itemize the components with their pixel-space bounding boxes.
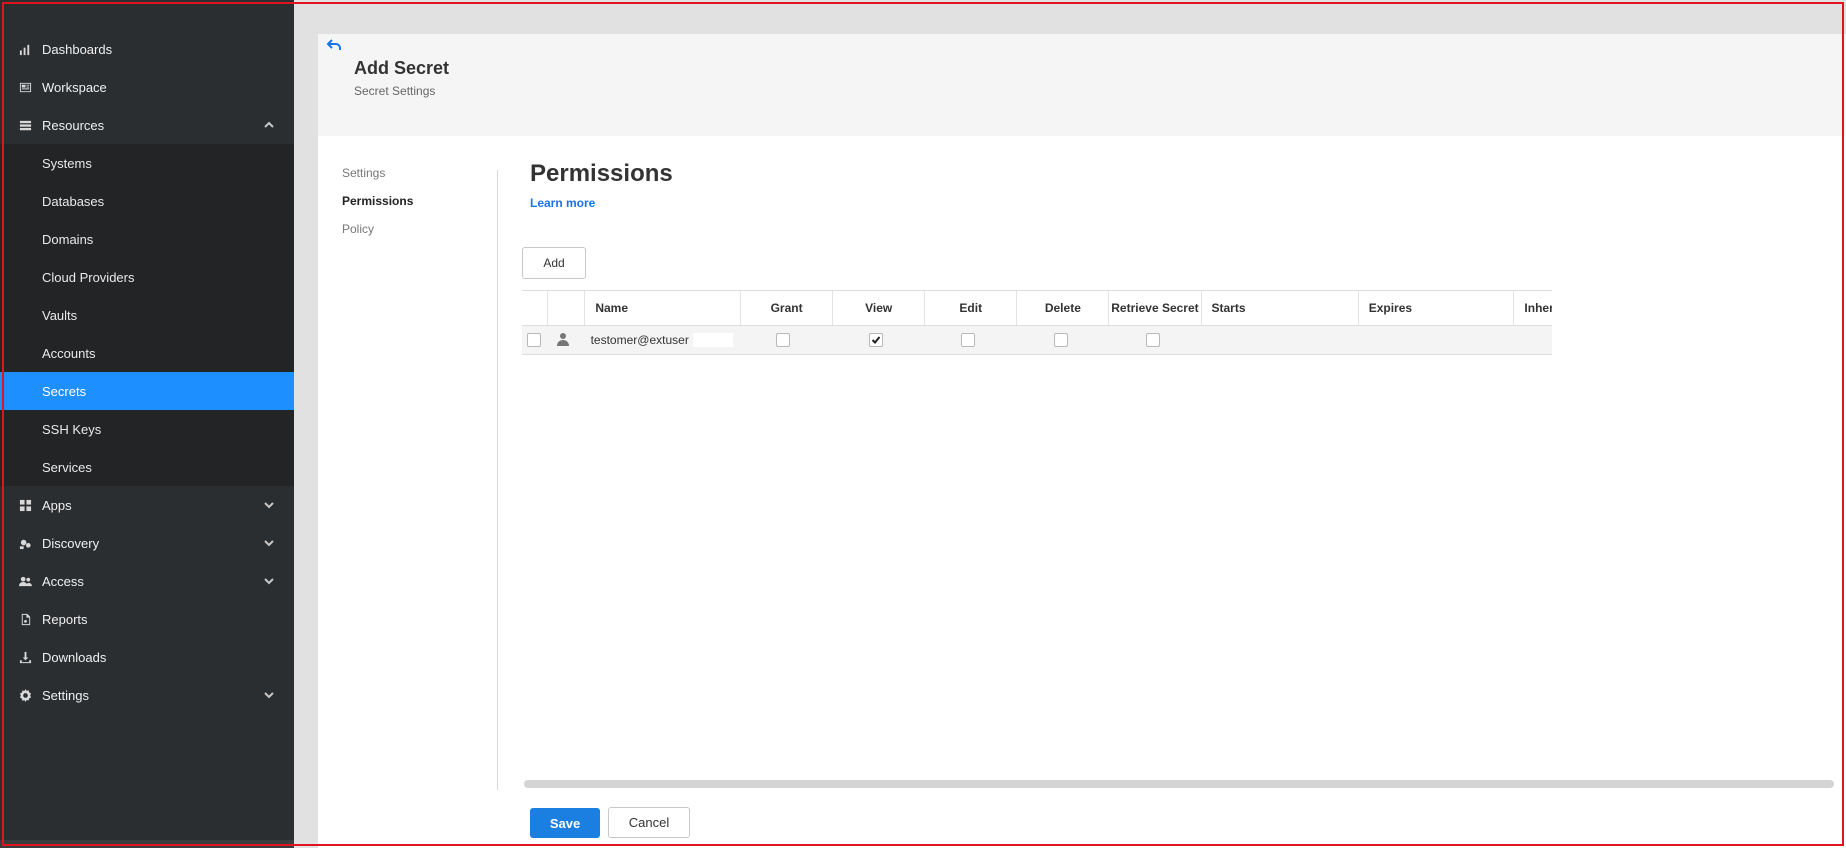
panel-header: Add Secret Secret Settings bbox=[318, 34, 1846, 136]
sidebar-item-apps[interactable]: Apps bbox=[0, 486, 294, 524]
col-avatar bbox=[548, 291, 586, 325]
sidebar-item-label: Discovery bbox=[42, 535, 100, 551]
sidebar-item-ssh-keys[interactable]: SSH Keys bbox=[0, 410, 294, 448]
col-edit[interactable]: Edit bbox=[925, 291, 1018, 325]
col-expires[interactable]: Expires bbox=[1359, 291, 1515, 325]
col-starts[interactable]: Starts bbox=[1202, 291, 1359, 325]
redacted-text bbox=[692, 333, 733, 347]
chevron-down-icon bbox=[262, 536, 276, 550]
sidebar-item-discovery[interactable]: Discovery bbox=[0, 524, 294, 562]
sidebar-item-secrets[interactable]: Secrets bbox=[0, 372, 294, 410]
sidebar-item-cloud-providers[interactable]: Cloud Providers bbox=[0, 258, 294, 296]
save-button[interactable]: Save bbox=[530, 808, 600, 838]
retrieve-secret-cell bbox=[1107, 326, 1200, 354]
edit-checkbox[interactable] bbox=[961, 333, 976, 347]
inherit-cell bbox=[1514, 326, 1552, 354]
page-title: Add Secret bbox=[354, 58, 450, 78]
sidebar-item-services[interactable]: Services bbox=[0, 448, 294, 486]
chevron-down-icon bbox=[262, 498, 276, 512]
row-select-cell bbox=[522, 326, 545, 354]
col-delete[interactable]: Delete bbox=[1017, 291, 1110, 325]
bar-chart-icon bbox=[18, 42, 32, 56]
grant-checkbox[interactable] bbox=[776, 333, 791, 347]
sidebar-item-databases[interactable]: Databases bbox=[0, 182, 294, 220]
users-icon bbox=[18, 574, 32, 588]
settings-subnav: Settings Permissions Policy bbox=[342, 166, 502, 250]
view-cell bbox=[830, 326, 923, 354]
row-select-checkbox[interactable] bbox=[526, 333, 541, 347]
col-name[interactable]: Name bbox=[585, 291, 742, 325]
horizontal-scrollbar[interactable] bbox=[524, 780, 1834, 788]
workspace-icon bbox=[18, 80, 32, 94]
sidebar-item-label: Resources bbox=[42, 117, 105, 133]
table-row[interactable]: testomer@extuser bbox=[522, 326, 1552, 355]
col-grant[interactable]: Grant bbox=[741, 291, 834, 325]
sidebar-item-workspace[interactable]: Workspace bbox=[0, 68, 294, 106]
sidebar-item-resources[interactable]: Resources bbox=[0, 106, 294, 144]
sidebar-item-label: Dashboards bbox=[42, 41, 113, 57]
subnav-settings[interactable]: Settings bbox=[342, 166, 502, 194]
col-view[interactable]: View bbox=[833, 291, 926, 325]
sidebar-item-downloads[interactable]: Downloads bbox=[0, 638, 294, 676]
sidebar-item-label: Reports bbox=[42, 611, 88, 627]
main-area: Add Secret Secret Settings Settings Perm… bbox=[294, 0, 1846, 848]
row-name-cell: testomer@extuser bbox=[581, 326, 738, 354]
sidebar-item-settings[interactable]: Settings bbox=[0, 676, 294, 714]
page-subtitle: Secret Settings bbox=[354, 84, 436, 98]
sidebar: Dashboards Workspace Resources Systems D… bbox=[0, 0, 294, 848]
list-icon bbox=[18, 118, 32, 132]
add-button[interactable]: Add bbox=[522, 247, 586, 279]
delete-cell bbox=[1015, 326, 1108, 354]
view-checkbox[interactable] bbox=[868, 333, 883, 347]
sidebar-item-label: Downloads bbox=[42, 649, 107, 665]
grant-cell bbox=[737, 326, 830, 354]
learn-more-link[interactable]: Learn more bbox=[530, 196, 595, 210]
edit-cell bbox=[922, 326, 1015, 354]
expires-cell[interactable] bbox=[1358, 326, 1515, 354]
gear-icon bbox=[18, 688, 32, 702]
subnav-permissions[interactable]: Permissions bbox=[342, 194, 502, 222]
cancel-button[interactable]: Cancel bbox=[608, 807, 690, 838]
sidebar-item-vaults[interactable]: Vaults bbox=[0, 296, 294, 334]
top-bar bbox=[294, 0, 1846, 32]
retrieve-secret-checkbox[interactable] bbox=[1146, 333, 1161, 347]
back-arrow-icon[interactable] bbox=[326, 38, 342, 52]
sidebar-item-label: Apps bbox=[42, 497, 72, 513]
discovery-icon bbox=[18, 536, 32, 550]
permissions-table: Name Grant View Edit Delete Retrieve Sec… bbox=[522, 290, 1552, 355]
col-inherit[interactable]: Inherit bbox=[1514, 291, 1552, 325]
avatar-cell bbox=[545, 326, 580, 354]
sidebar-item-systems[interactable]: Systems bbox=[0, 144, 294, 182]
col-select bbox=[522, 291, 548, 325]
checkmark-icon bbox=[871, 336, 881, 344]
sidebar-footer bbox=[0, 840, 294, 848]
sidebar-item-dashboards[interactable]: Dashboards bbox=[0, 30, 294, 68]
report-icon bbox=[18, 612, 32, 626]
chevron-down-icon bbox=[262, 688, 276, 702]
chevron-up-icon bbox=[262, 118, 276, 132]
sidebar-item-label: Workspace bbox=[42, 79, 107, 95]
user-name: testomer@extuser bbox=[590, 333, 689, 347]
col-retrieve-secret[interactable]: Retrieve Secret bbox=[1109, 291, 1202, 325]
table-header: Name Grant View Edit Delete Retrieve Sec… bbox=[522, 290, 1552, 326]
permissions-section: Permissions Learn more Add Name Grant Vi… bbox=[498, 150, 1552, 848]
chevron-down-icon bbox=[262, 574, 276, 588]
resources-submenu: Systems Databases Domains Cloud Provider… bbox=[0, 144, 294, 486]
grid-icon bbox=[18, 498, 32, 512]
sidebar-item-access[interactable]: Access bbox=[0, 562, 294, 600]
sidebar-item-domains[interactable]: Domains bbox=[0, 220, 294, 258]
user-icon bbox=[556, 332, 570, 349]
section-title: Permissions bbox=[530, 160, 673, 187]
subnav-policy[interactable]: Policy bbox=[342, 222, 502, 250]
starts-cell[interactable] bbox=[1200, 326, 1358, 354]
sidebar-item-label: Settings bbox=[42, 687, 89, 703]
delete-checkbox[interactable] bbox=[1053, 333, 1068, 347]
download-icon bbox=[18, 650, 32, 664]
sidebar-item-reports[interactable]: Reports bbox=[0, 600, 294, 638]
sidebar-item-accounts[interactable]: Accounts bbox=[0, 334, 294, 372]
sidebar-item-label: Access bbox=[42, 573, 84, 589]
